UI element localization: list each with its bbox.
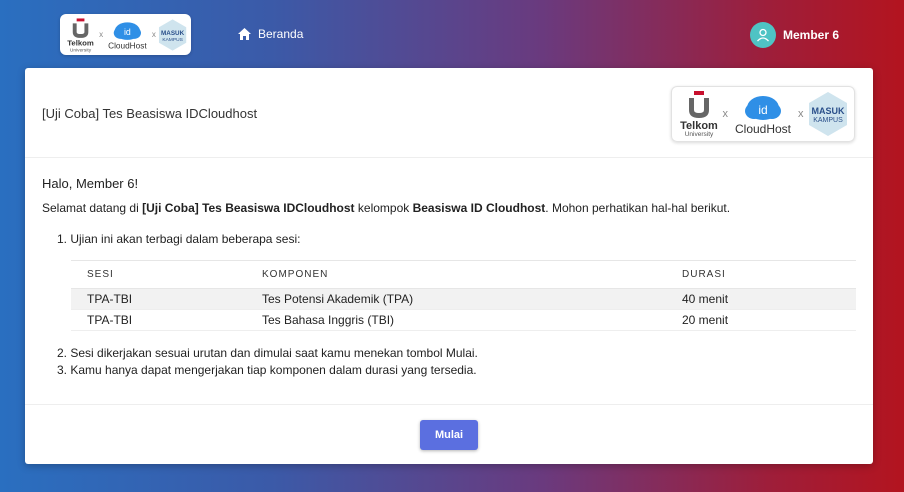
user-menu[interactable]: Member 6: [750, 22, 839, 48]
list-item: 1. Ujian ini akan terbagi dalam beberapa…: [57, 232, 301, 246]
svg-text:KAMPUS: KAMPUS: [813, 117, 843, 124]
cell-durasi: 20 menit: [666, 309, 856, 331]
card-footer: Mulai: [25, 404, 873, 464]
svg-text:CloudHost: CloudHost: [735, 122, 792, 136]
greeting: Halo, Member 6!: [42, 176, 139, 191]
column-header-sesi: SESI: [71, 260, 246, 289]
list-item: 3. Kamu hanya dapat mengerjakan tiap kom…: [57, 363, 477, 377]
column-header-komponen: KOMPONEN: [246, 260, 666, 289]
user-icon: [757, 28, 769, 42]
svg-text:MASUK: MASUK: [161, 30, 185, 37]
svg-text:CloudHost: CloudHost: [108, 41, 147, 50]
cell-sesi: TPA-TBI: [71, 309, 246, 331]
home-icon: [238, 28, 251, 40]
welcome-prefix: Selamat datang di: [42, 201, 143, 215]
logo-separator: x: [151, 30, 156, 39]
welcome-suffix: . Mohon perhatikan hal-hal berikut.: [545, 201, 731, 215]
telkom-logo: Telkom University: [680, 91, 718, 138]
welcome-text: Selamat datang di [Uji Coba] Tes Beasisw…: [42, 201, 857, 215]
nav-home-label: Beranda: [258, 27, 304, 41]
card-body: Halo, Member 6! Selamat datang di [Uji C…: [42, 176, 857, 379]
table-header-row: SESI KOMPONEN DURASI: [71, 260, 856, 289]
svg-text:MASUK: MASUK: [811, 106, 844, 116]
header-brand-logos: Telkom University x id CloudHost x MASUK…: [671, 86, 855, 142]
top-navbar: Telkom University x id CloudHost x MASUK…: [0, 0, 904, 68]
svg-text:Telkom: Telkom: [67, 38, 94, 47]
logo-separator: x: [99, 30, 104, 39]
telkom-logo: Telkom University: [67, 17, 94, 53]
cell-komponen: Tes Bahasa Inggris (TBI): [246, 309, 666, 331]
user-name: Member 6: [783, 28, 840, 42]
avatar: [750, 22, 776, 48]
nav-home-link[interactable]: Beranda: [238, 27, 303, 41]
table-row: TPA-TBI Tes Potensi Akademik (TPA) 40 me…: [71, 288, 856, 310]
svg-text:id: id: [758, 103, 767, 117]
masuk-kampus-logo: MASUK KAMPUS: [158, 18, 187, 51]
masuk-kampus-logo: MASUK KAMPUS: [808, 92, 847, 136]
welcome-exam-name: [Uji Coba] Tes Beasiswa IDCloudhost: [142, 201, 355, 215]
logo-separator: x: [798, 108, 804, 120]
list-item: 2. Sesi dikerjakan sesuai urutan dan dim…: [57, 346, 478, 360]
session-table: SESI KOMPONEN DURASI TPA-TBI Tes Potensi…: [71, 260, 856, 331]
page-title: [Uji Coba] Tes Beasiswa IDCloudhost: [42, 106, 258, 121]
column-header-durasi: DURASI: [666, 260, 856, 289]
start-button[interactable]: Mulai: [420, 420, 478, 450]
logo-separator: x: [722, 108, 729, 120]
welcome-group-name: Beasiswa ID Cloudhost: [412, 201, 546, 215]
cell-durasi: 40 menit: [666, 288, 856, 310]
table-row: TPA-TBI Tes Bahasa Inggris (TBI) 20 meni…: [71, 309, 856, 331]
brand-logos[interactable]: Telkom University x id CloudHost x MASUK…: [60, 14, 191, 55]
cell-komponen: Tes Potensi Akademik (TPA): [246, 288, 666, 310]
idcloudhost-logo: id CloudHost: [735, 96, 792, 136]
card-header: [Uji Coba] Tes Beasiswa IDCloudhost Telk…: [25, 68, 873, 158]
welcome-mid: kelompok: [354, 201, 413, 215]
exam-card: [Uji Coba] Tes Beasiswa IDCloudhost Telk…: [25, 68, 873, 464]
svg-text:KAMPUS: KAMPUS: [162, 36, 183, 42]
svg-text:id: id: [124, 27, 131, 37]
svg-text:University: University: [70, 47, 92, 52]
cell-sesi: TPA-TBI: [71, 288, 246, 310]
svg-text:University: University: [684, 131, 713, 138]
idcloudhost-logo: id CloudHost: [108, 21, 147, 50]
